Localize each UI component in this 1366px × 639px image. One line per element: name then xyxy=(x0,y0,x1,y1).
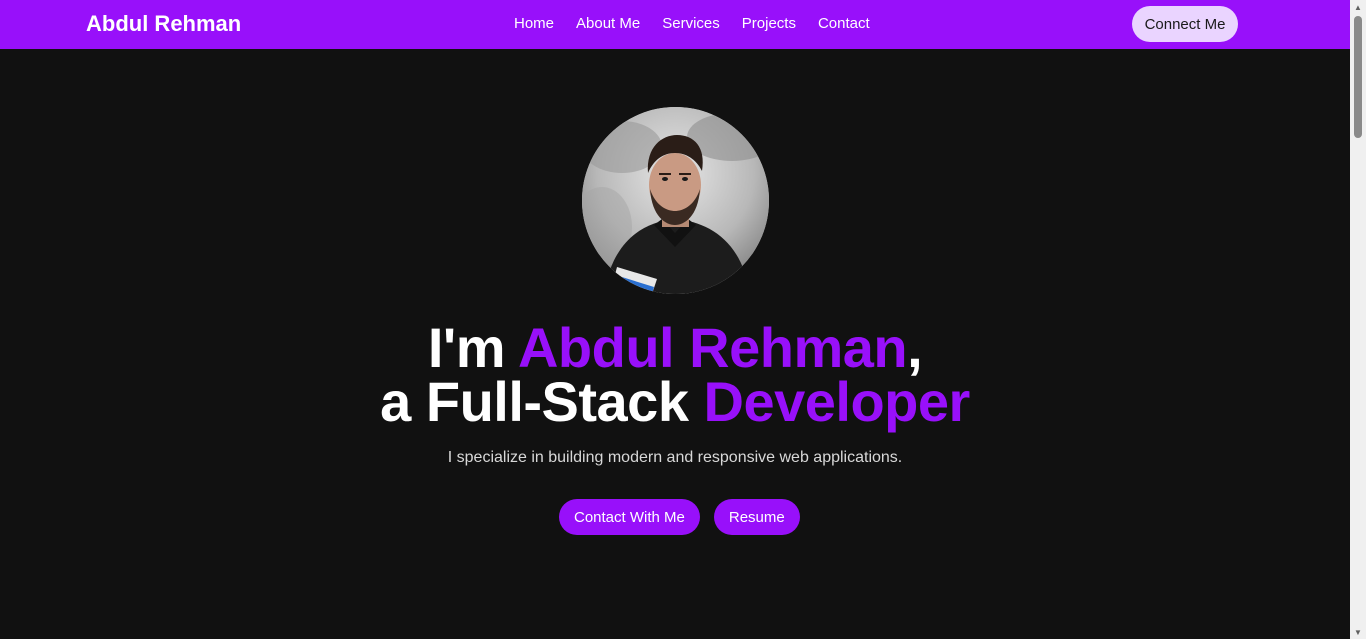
hero-buttons: Contact With Me Resume xyxy=(559,499,800,535)
nav-link-about[interactable]: About Me xyxy=(576,15,640,33)
hero-headline: I'm Abdul Rehman, a Full-Stack Developer xyxy=(0,320,1350,430)
scrollbar-thumb[interactable] xyxy=(1354,16,1362,138)
headline-role-prefix: a Full-Stack xyxy=(380,370,704,433)
hero-subtitle: I specialize in building modern and resp… xyxy=(447,449,903,466)
scroll-up-icon[interactable]: ▲ xyxy=(1350,0,1366,14)
scroll-down-icon[interactable]: ▼ xyxy=(1350,625,1366,639)
contact-with-me-button[interactable]: Contact With Me xyxy=(559,499,700,535)
nav-link-projects[interactable]: Projects xyxy=(742,15,796,33)
page: Abdul Rehman Home About Me Services Proj… xyxy=(0,0,1366,639)
nav-link-contact[interactable]: Contact xyxy=(818,15,870,33)
vertical-scrollbar[interactable]: ▲ ▼ xyxy=(1350,0,1366,639)
viewport: Abdul Rehman Home About Me Services Proj… xyxy=(0,0,1350,639)
profile-photo-avatar xyxy=(582,107,769,294)
navbar: Abdul Rehman Home About Me Services Proj… xyxy=(0,0,1350,49)
headline-role: Developer xyxy=(703,370,971,433)
profile-photo-icon xyxy=(582,107,769,294)
brand-logo[interactable]: Abdul Rehman xyxy=(86,11,241,37)
resume-button[interactable]: Resume xyxy=(713,499,800,535)
nav-links: Home About Me Services Projects Contact xyxy=(514,15,870,33)
connect-me-button[interactable]: Connect Me xyxy=(1132,6,1238,42)
nav-link-home[interactable]: Home xyxy=(514,15,554,33)
nav-link-services[interactable]: Services xyxy=(662,15,720,33)
